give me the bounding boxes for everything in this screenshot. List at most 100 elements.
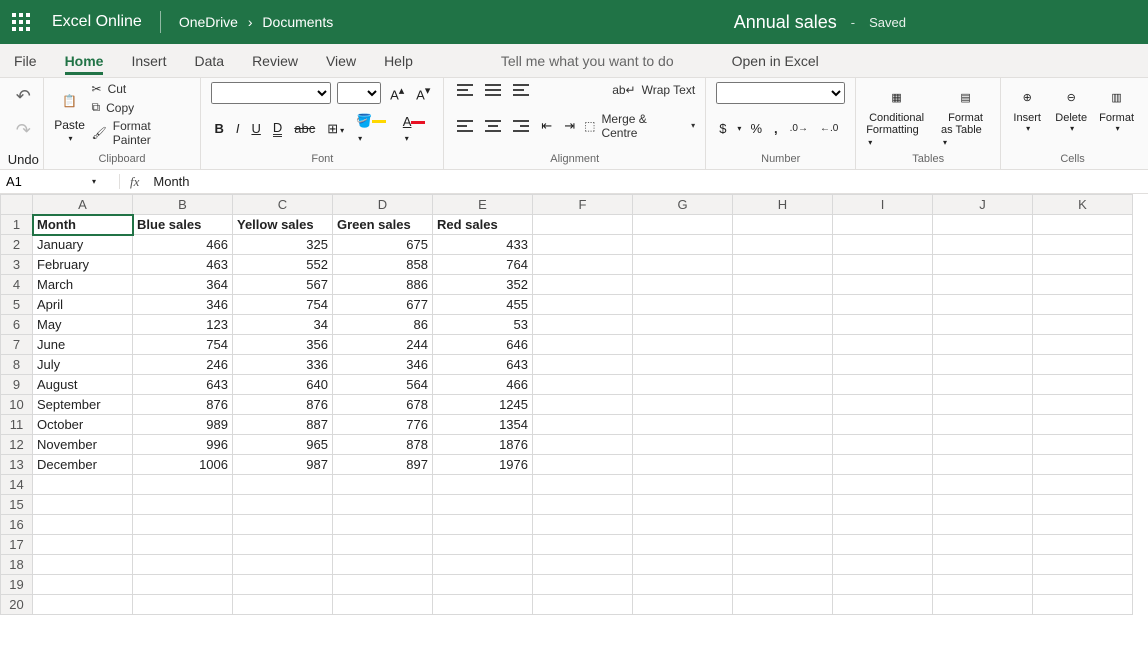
cell[interactable] [933,455,1033,475]
cell[interactable] [533,475,633,495]
tab-file[interactable]: File [14,47,37,75]
tab-review[interactable]: Review [252,47,298,75]
cell[interactable] [933,335,1033,355]
row-header[interactable]: 9 [1,375,33,395]
cell[interactable] [333,515,433,535]
cell[interactable] [33,515,133,535]
row-header[interactable]: 2 [1,235,33,255]
tab-help[interactable]: Help [384,47,413,75]
cell[interactable]: 466 [133,235,233,255]
row-header[interactable]: 12 [1,435,33,455]
cell[interactable] [633,235,733,255]
cell[interactable] [1033,235,1133,255]
cell[interactable] [733,395,833,415]
open-in-excel-link[interactable]: Open in Excel [732,47,819,75]
cell[interactable] [733,235,833,255]
cell[interactable] [833,535,933,555]
cell[interactable] [1033,355,1133,375]
cell[interactable] [1033,575,1133,595]
cell[interactable]: November [33,435,133,455]
cell[interactable] [1033,335,1133,355]
align-bottom-button[interactable] [510,82,532,98]
cell[interactable]: 567 [233,275,333,295]
cell[interactable] [1033,455,1133,475]
merge-center-button[interactable]: ⬚Merge & Centre▾ [584,112,695,140]
cell[interactable] [833,415,933,435]
cell[interactable]: March [33,275,133,295]
cell[interactable] [33,535,133,555]
cell[interactable]: 325 [233,235,333,255]
name-box[interactable] [6,174,86,189]
breadcrumb[interactable]: OneDrive › Documents [179,14,333,30]
spreadsheet-grid[interactable]: ABCDEFGHIJK1MonthBlue salesYellow salesG… [0,194,1148,615]
cell[interactable] [733,275,833,295]
cell[interactable] [233,555,333,575]
cell[interactable] [533,415,633,435]
cell[interactable] [833,255,933,275]
row-header[interactable]: 6 [1,315,33,335]
cell[interactable] [933,535,1033,555]
cell[interactable] [733,475,833,495]
conditional-formatting-button[interactable]: ▦ ConditionalFormatting ▾ [866,82,927,148]
cell[interactable] [1033,315,1133,335]
increase-font-button[interactable]: A▴ [387,82,407,104]
cell[interactable] [433,575,533,595]
cell[interactable] [133,515,233,535]
cell[interactable] [733,435,833,455]
wrap-text-button[interactable]: ab↵Wrap Text [612,83,695,97]
cell[interactable] [733,555,833,575]
format-as-table-button[interactable]: ▤ Formatas Table ▾ [941,82,990,148]
cell[interactable] [533,355,633,375]
fill-color-button[interactable]: 🪣▾ [353,111,394,146]
cell[interactable]: 244 [333,335,433,355]
cell[interactable] [333,575,433,595]
cell[interactable] [733,355,833,375]
cell[interactable] [733,415,833,435]
cell[interactable] [1033,295,1133,315]
cell[interactable] [33,575,133,595]
row-header[interactable]: 1 [1,215,33,235]
cell[interactable] [833,275,933,295]
column-header[interactable]: K [1033,195,1133,215]
cell[interactable] [633,435,733,455]
cell[interactable] [33,495,133,515]
cell[interactable] [133,535,233,555]
cell[interactable]: 1245 [433,395,533,415]
row-header[interactable]: 19 [1,575,33,595]
cell[interactable] [833,295,933,315]
cell[interactable] [233,595,333,615]
cell[interactable] [433,495,533,515]
cell[interactable]: 776 [333,415,433,435]
font-size-select[interactable] [337,82,381,104]
cell[interactable] [733,495,833,515]
cell[interactable] [1033,475,1133,495]
cell[interactable] [933,555,1033,575]
cell[interactable] [933,275,1033,295]
cell[interactable]: 34 [233,315,333,335]
row-header[interactable]: 5 [1,295,33,315]
column-header[interactable]: H [733,195,833,215]
row-header[interactable]: 16 [1,515,33,535]
document-title[interactable]: Annual sales [734,12,837,33]
underline-button[interactable]: U [248,119,263,138]
tab-view[interactable]: View [326,47,356,75]
cell[interactable]: 463 [133,255,233,275]
column-header[interactable]: B [133,195,233,215]
cell[interactable]: 1876 [433,435,533,455]
cell[interactable]: 754 [133,335,233,355]
borders-button[interactable]: ⊞▾ [324,119,347,139]
currency-button[interactable]: $ [716,119,729,138]
cell[interactable] [933,255,1033,275]
cell[interactable] [533,275,633,295]
cell[interactable] [533,235,633,255]
cell[interactable]: 466 [433,375,533,395]
cell[interactable] [533,215,633,235]
cell[interactable]: 640 [233,375,333,395]
cell[interactable] [833,375,933,395]
cell[interactable] [633,475,733,495]
cell[interactable]: April [33,295,133,315]
cell[interactable] [633,275,733,295]
cell[interactable]: 433 [433,235,533,255]
cell[interactable]: 1354 [433,415,533,435]
delete-cells-button[interactable]: ⊖Delete▾ [1055,82,1087,133]
